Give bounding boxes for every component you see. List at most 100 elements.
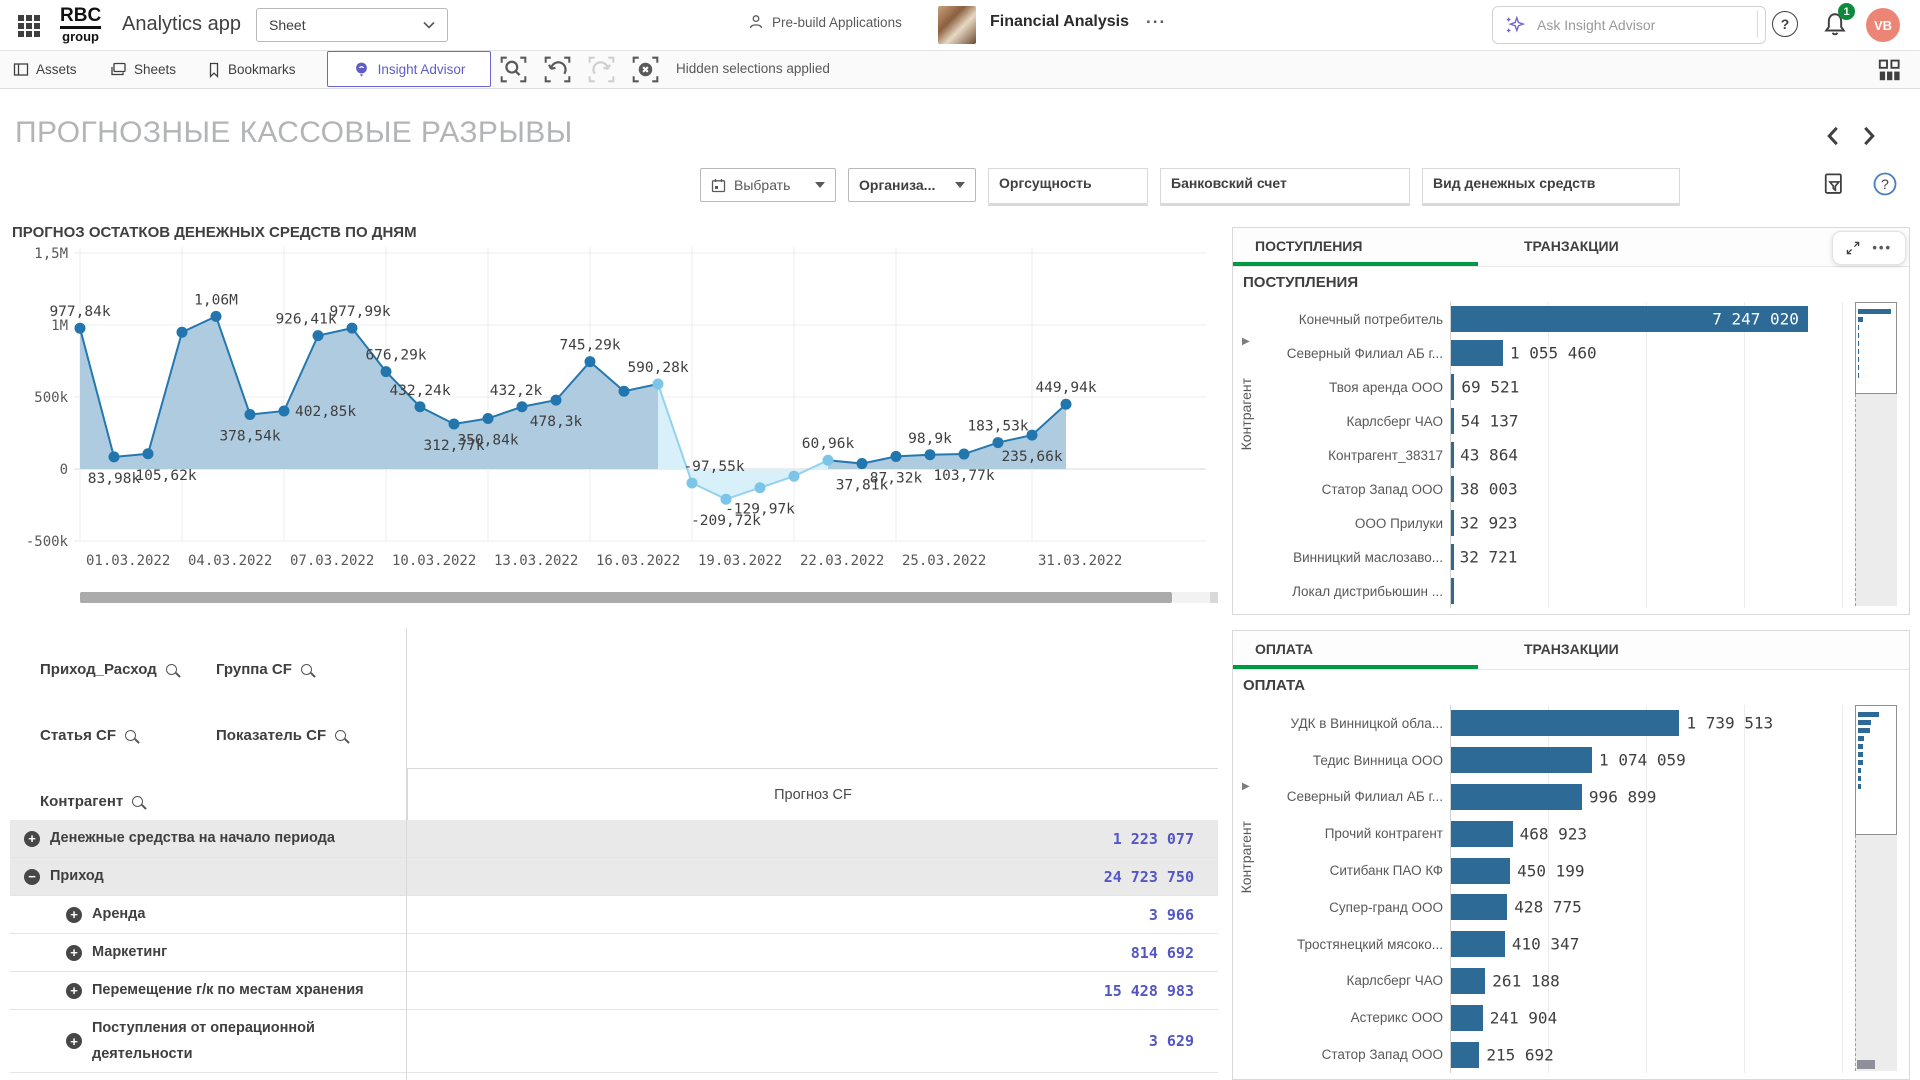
bar-category-label[interactable]: Конечный потребитель [1245, 312, 1450, 327]
data-point[interactable] [483, 413, 494, 424]
minimap-track[interactable] [1855, 394, 1897, 606]
assets-button[interactable]: Assets [13, 51, 77, 88]
bar-category-label[interactable]: Статор Запад ООО [1245, 482, 1450, 497]
search-icon[interactable] [125, 730, 136, 741]
bar-category-label[interactable]: Тростянецкий мясоко... [1245, 937, 1450, 952]
bar-category-label[interactable]: Супер-гранд ООО [1245, 900, 1450, 915]
data-point[interactable] [925, 449, 936, 460]
bar[interactable] [1451, 408, 1454, 434]
selections-history-icon[interactable] [1823, 172, 1845, 196]
organization-filter-button[interactable]: Организа... [848, 168, 976, 202]
minimap-viewport[interactable] [1855, 302, 1897, 394]
more-options-icon[interactable]: ••• [1872, 245, 1892, 251]
bar-row[interactable]: Конечный потребитель7 247 020 [1245, 302, 1845, 336]
bar-row[interactable]: Тедис Винница ООО1 074 059 [1245, 742, 1845, 779]
data-point[interactable] [789, 471, 800, 482]
data-point[interactable] [449, 418, 460, 429]
pivot-row-label-cell[interactable]: +Перемещение г/к по местам хранения [10, 972, 407, 1009]
bar-category-label[interactable]: Статор Запад ООО [1245, 1047, 1450, 1062]
bookmarks-button[interactable]: Bookmarks [207, 51, 296, 88]
chart-horizontal-scrollbar[interactable] [80, 592, 1218, 603]
bar-category-label[interactable]: Карлсберг ЧАО [1245, 973, 1450, 988]
sheet-selector-dropdown[interactable]: Sheet [256, 8, 448, 42]
bar-row[interactable]: Карлсберг ЧАО54 137 [1245, 404, 1845, 438]
data-point[interactable] [551, 395, 562, 406]
field-pokazatel-cf[interactable]: Показатель CF [216, 716, 406, 754]
bar[interactable] [1451, 747, 1592, 773]
bar-row[interactable]: Винницкий маслозаво...32 721 [1245, 540, 1845, 574]
bar-category-label[interactable]: УДК в Винницкой обла... [1245, 716, 1450, 731]
pivot-row-label-cell[interactable]: +Маркетинг [10, 934, 407, 971]
tab-receipts[interactable]: ПОСТУПЛЕНИЯ [1233, 228, 1478, 266]
bar[interactable] [1451, 476, 1454, 502]
data-point[interactable] [585, 356, 596, 367]
data-point[interactable] [517, 401, 528, 412]
bar-row[interactable]: Карлсберг ЧАО261 188 [1245, 963, 1845, 1000]
receipts-minimap-scrollbar[interactable] [1855, 302, 1897, 606]
payments-minimap-scrollbar[interactable] [1855, 705, 1897, 1071]
bar-row[interactable]: Супер-гранд ООО428 775 [1245, 889, 1845, 926]
prev-sheet-icon[interactable] [1826, 126, 1840, 146]
help-icon[interactable]: ? [1772, 11, 1798, 37]
app-launcher-icon[interactable] [18, 15, 40, 37]
bar-row[interactable]: Локал дистрибьюшин ... [1245, 574, 1845, 608]
field-prihod-rashod[interactable]: Приход_Расход [40, 650, 216, 688]
search-input[interactable] [1535, 16, 1709, 34]
bar-row[interactable]: Астерикс ООО241 904 [1245, 999, 1845, 1036]
bar[interactable] [1451, 544, 1454, 570]
next-sheet-icon[interactable] [1862, 126, 1876, 146]
bar[interactable] [1451, 710, 1679, 736]
data-point[interactable] [211, 311, 222, 322]
data-point[interactable] [1061, 399, 1072, 410]
data-point[interactable] [143, 448, 154, 459]
scrollbar-thumb[interactable] [80, 592, 1172, 603]
sheet-grid-icon[interactable] [1878, 59, 1902, 81]
expand-row-icon[interactable]: + [24, 831, 40, 847]
bar-category-label[interactable]: Карлсберг ЧАО [1245, 414, 1450, 429]
search-icon[interactable] [132, 796, 143, 807]
bar-category-label[interactable]: Прочий контрагент [1245, 826, 1450, 841]
data-point[interactable] [619, 386, 630, 397]
bar[interactable] [1451, 858, 1510, 884]
bar-category-label[interactable]: Тедис Винница ООО [1245, 753, 1450, 768]
bar[interactable] [1451, 968, 1485, 994]
bar[interactable] [1451, 340, 1503, 366]
pivot-row-label-cell[interactable]: +Поступления от предоставления услуг [10, 1073, 407, 1080]
bar[interactable] [1451, 821, 1513, 847]
prebuild-applications-link[interactable]: Pre-build Applications [748, 14, 902, 30]
tab-transactions[interactable]: ТРАНЗАКЦИИ [1478, 228, 1723, 266]
bar-row[interactable]: Твоя аренда ООО69 521 [1245, 370, 1845, 404]
bar-row[interactable]: Статор Запад ООО215 692 [1245, 1036, 1845, 1073]
bar-row[interactable]: ООО Прилуки32 923 [1245, 506, 1845, 540]
help-circle-icon[interactable]: ? [1873, 172, 1897, 196]
minimap-viewport[interactable] [1855, 705, 1897, 835]
bar-row[interactable]: Северный Филиал АБ г...996 899 [1245, 779, 1845, 816]
expand-icon[interactable] [1846, 241, 1860, 255]
bar[interactable] [1451, 374, 1454, 400]
data-point[interactable] [687, 478, 698, 489]
pivot-row-label-cell[interactable]: +Денежные средства на начало периода [10, 820, 407, 857]
bar-row[interactable]: Северный Филиал АБ г...1 055 460 [1245, 336, 1845, 370]
data-point[interactable] [823, 455, 834, 466]
bar-category-label[interactable]: Контрагент_38317 [1245, 448, 1450, 463]
data-point[interactable] [75, 323, 86, 334]
data-point[interactable] [653, 378, 664, 389]
bank-account-filter-listbox[interactable]: Банковский счет [1160, 168, 1410, 206]
pivot-row-label-cell[interactable]: −Приход [10, 858, 407, 895]
bar-category-label[interactable]: Винницкий маслозаво... [1245, 550, 1450, 565]
search-icon[interactable] [166, 664, 177, 675]
data-point[interactable] [993, 437, 1004, 448]
collapse-row-icon[interactable]: − [24, 869, 40, 885]
bar[interactable]: 7 247 020 [1451, 306, 1808, 332]
expand-row-icon[interactable]: + [66, 945, 82, 961]
app-more-menu[interactable]: ... [1146, 8, 1166, 28]
bar-category-label[interactable]: Астерикс ООО [1245, 1010, 1450, 1025]
search-icon[interactable] [335, 730, 346, 741]
bar[interactable] [1451, 894, 1507, 920]
bar-row[interactable]: УДК в Винницкой обла...1 739 513 [1245, 705, 1845, 742]
data-point[interactable] [313, 330, 324, 341]
redo-selection-icon[interactable] [588, 56, 615, 83]
sheets-button[interactable]: Sheets [110, 51, 176, 88]
bar-category-label[interactable]: Локал дистрибьюшин ... [1245, 584, 1450, 599]
date-filter-button[interactable]: Выбрать [700, 168, 836, 202]
